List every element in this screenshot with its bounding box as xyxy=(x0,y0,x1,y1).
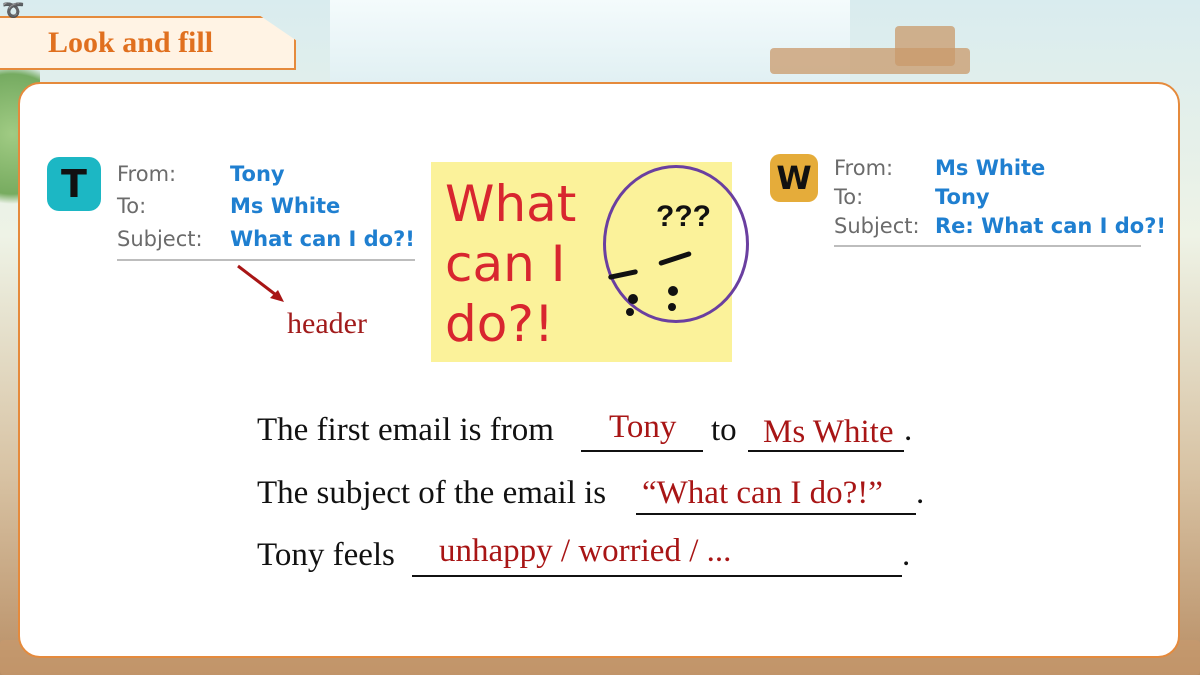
sentence-2-start: The subject of the email is xyxy=(257,475,607,511)
email-to-value: Ms White xyxy=(230,194,340,218)
answer-1b: Ms White xyxy=(763,414,894,450)
subject-label: Subject: xyxy=(834,214,920,238)
sticky-note: What can I do?! ??? xyxy=(431,162,749,362)
subject-value: Re: What can I do?! xyxy=(935,214,1166,238)
answer-3: unhappy / worried / ... xyxy=(439,533,732,569)
from-value: Tony xyxy=(230,162,285,186)
email-subject-value: What can I do?! xyxy=(230,227,415,251)
answer-2: “What can I do?!” xyxy=(642,475,883,511)
background-chair xyxy=(895,26,955,66)
email-from-value: Tony xyxy=(230,162,285,186)
sentence-3-end: . xyxy=(902,537,911,573)
avatar-letter: T xyxy=(61,162,87,206)
eyebrow-right xyxy=(658,250,692,267)
page-title: Look and fill xyxy=(48,26,214,59)
note-line: What xyxy=(445,175,577,233)
confused-face-icon: ??? xyxy=(603,165,749,323)
email-to-row: To: xyxy=(117,194,146,218)
email-from-row: From: xyxy=(117,162,176,186)
from-label: From: xyxy=(834,156,894,180)
from-label: From: xyxy=(117,162,177,186)
note-line: can I xyxy=(445,235,566,293)
eye-right-lower xyxy=(668,303,676,311)
avatar-w: W xyxy=(770,154,818,202)
to-value: Tony xyxy=(935,185,990,209)
subject-value: What can I do?! xyxy=(230,227,415,251)
subject-label: Subject: xyxy=(117,227,203,251)
note-text: What can I do?! xyxy=(445,174,615,354)
to-label: To: xyxy=(117,194,147,218)
sentence-2-end: . xyxy=(916,475,925,511)
sentence-3-start: Tony feels xyxy=(257,537,395,573)
note-line: do?! xyxy=(445,295,554,353)
reply-to-value: Tony xyxy=(935,185,990,209)
eyebrow-left xyxy=(607,268,639,281)
arrow-icon xyxy=(237,264,284,302)
email-subject-row: Subject: xyxy=(117,227,203,251)
sentence-1-end: . xyxy=(904,412,913,448)
eye-right xyxy=(668,286,678,296)
reply-from-row: From: xyxy=(834,156,893,180)
eye-left xyxy=(628,294,638,304)
blank-1a[interactable] xyxy=(581,450,703,452)
header-annotation: header xyxy=(287,307,367,340)
avatar-t: T xyxy=(47,157,101,211)
reply-to-row: To: xyxy=(834,185,863,209)
reply-subject-row: Subject: xyxy=(834,214,920,238)
answer-1a: Tony xyxy=(609,409,677,445)
blank-2[interactable] xyxy=(636,513,916,515)
to-value: Ms White xyxy=(230,194,341,218)
sentence-1-mid: to xyxy=(711,412,737,448)
reply-subject-value: Re: What can I do?! xyxy=(935,214,1166,238)
ribbon-icon: ➰ xyxy=(2,0,25,20)
blank-3[interactable] xyxy=(412,575,902,577)
reply-from-value: Ms White xyxy=(935,156,1045,180)
avatar-letter: W xyxy=(776,159,812,197)
reply-header-divider xyxy=(834,245,1141,247)
to-label: To: xyxy=(834,185,864,209)
eye-left-lower xyxy=(626,308,634,316)
from-value: Ms White xyxy=(935,156,1046,180)
question-marks: ??? xyxy=(656,200,711,233)
sentence-1-start: The first email is from xyxy=(257,412,554,448)
